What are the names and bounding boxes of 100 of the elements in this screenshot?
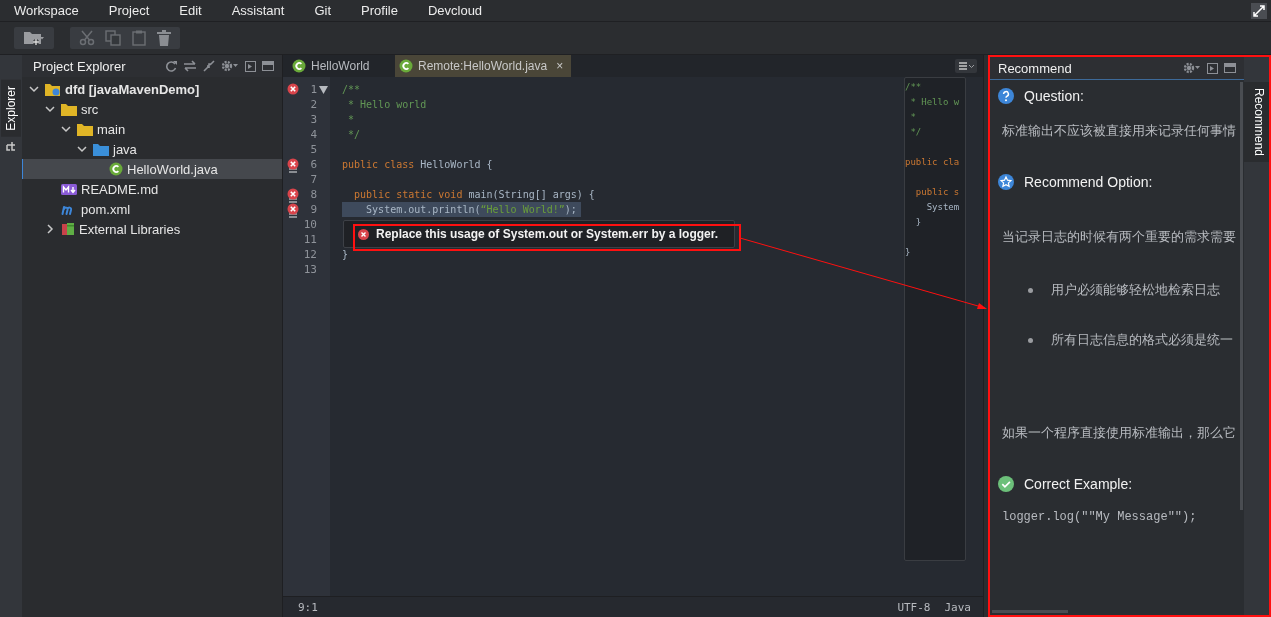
minimap-line: System bbox=[925, 202, 960, 212]
section-heading: Recommend Option: bbox=[1024, 174, 1153, 190]
library-icon bbox=[61, 222, 75, 236]
delete-icon[interactable] bbox=[157, 30, 171, 46]
maximize-icon[interactable] bbox=[262, 61, 274, 71]
line-number: 12 bbox=[302, 248, 317, 261]
maximize-icon[interactable] bbox=[1224, 63, 1236, 73]
side-tab[interactable]: Recommend bbox=[1244, 82, 1269, 163]
cut-icon[interactable] bbox=[79, 30, 95, 46]
error-icon bbox=[287, 158, 299, 173]
minimap-line: * bbox=[909, 112, 916, 122]
check-icon bbox=[998, 476, 1014, 492]
folder-icon bbox=[77, 122, 93, 136]
star-icon bbox=[998, 174, 1014, 190]
link-editor-icon[interactable] bbox=[183, 60, 197, 72]
code-line: * bbox=[347, 113, 355, 127]
fold-arrow-icon[interactable] bbox=[319, 85, 328, 94]
description-text: 标准输出不应该被直接用来记录任何事情 bbox=[1002, 122, 1236, 140]
list-item-text: 用户必须能够轻松地检索日志 bbox=[1051, 281, 1220, 299]
editor-tab[interactable]: Remote:HelloWorld.java × bbox=[395, 55, 572, 77]
line-number: 4 bbox=[309, 128, 317, 141]
code-line: */ bbox=[347, 128, 361, 142]
folder-icon bbox=[61, 102, 77, 116]
scrollbar[interactable] bbox=[992, 610, 1068, 613]
line-number: 10 bbox=[302, 218, 317, 231]
class-file-icon bbox=[292, 59, 306, 73]
tree-item[interactable]: HelloWorld.java bbox=[22, 159, 282, 179]
code-line: * Hello world bbox=[347, 98, 427, 112]
menu-item[interactable]: Git bbox=[314, 3, 332, 18]
settings-icon[interactable] bbox=[1183, 62, 1201, 74]
line-number: 9 bbox=[309, 203, 317, 216]
line-number: 8 bbox=[309, 188, 317, 201]
close-button[interactable]: × bbox=[556, 59, 564, 73]
menu-item[interactable]: Profile bbox=[361, 3, 398, 18]
markdown-file-icon bbox=[61, 183, 77, 195]
section-heading: Question: bbox=[1024, 88, 1084, 104]
folder-icon bbox=[93, 142, 109, 156]
paste-icon[interactable] bbox=[131, 30, 147, 46]
minimap-line: */ bbox=[909, 127, 922, 137]
line-number: 1 bbox=[309, 83, 317, 96]
tree-item[interactable]: pom.xml bbox=[22, 199, 282, 219]
bullet-icon bbox=[1028, 287, 1033, 293]
minimap-line: } bbox=[905, 247, 911, 257]
collapse-all-icon[interactable] bbox=[203, 60, 215, 72]
line-number: 6 bbox=[309, 158, 317, 171]
class-file-icon bbox=[109, 162, 123, 176]
tooltip-message: Replace this usage of System.out or System.err by a logger. bbox=[376, 227, 719, 241]
class-file-icon bbox=[399, 59, 413, 73]
tree-item[interactable]: External Libraries bbox=[22, 219, 282, 239]
section-heading: Correct Example: bbox=[1024, 476, 1133, 492]
cursor-position: 9:1 bbox=[298, 600, 318, 614]
list-item-text: 所有日志信息的格式必须是统一 bbox=[1051, 331, 1233, 349]
minimize-icon[interactable] bbox=[245, 60, 256, 72]
editor-tab[interactable]: HelloWorld bbox=[288, 55, 395, 77]
tree-item[interactable]: java bbox=[22, 139, 282, 159]
minimap-line: /** bbox=[905, 82, 922, 92]
line-number: 11 bbox=[302, 233, 317, 246]
line-number: 2 bbox=[309, 98, 317, 111]
tree-item[interactable]: main bbox=[22, 119, 282, 139]
error-icon bbox=[358, 228, 369, 240]
menu-item[interactable]: Project bbox=[108, 3, 150, 18]
line-number: 7 bbox=[309, 173, 317, 186]
tree-item[interactable]: dfd [javaMavenDemo] bbox=[22, 79, 282, 99]
outline-icon[interactable] bbox=[6, 140, 16, 151]
minimap-line: * Hello w bbox=[909, 97, 960, 107]
code-line: public static void main(String[] args) { bbox=[353, 188, 595, 202]
encoding-label[interactable]: UTF-8 bbox=[897, 600, 931, 614]
minimap-line: public cla bbox=[905, 157, 960, 167]
code-line: public class HelloWorld { bbox=[342, 158, 493, 172]
error-icon bbox=[287, 83, 299, 95]
description-text: 如果一个程序直接使用标准输出，那么它 bbox=[1002, 424, 1236, 442]
minimize-icon[interactable] bbox=[1207, 62, 1218, 74]
line-number: 3 bbox=[309, 113, 317, 126]
bullet-icon bbox=[1028, 337, 1033, 343]
minimap-line: public s bbox=[914, 187, 960, 197]
copy-icon[interactable] bbox=[105, 30, 121, 46]
error-icon bbox=[287, 188, 299, 203]
tree-item[interactable]: README.md bbox=[22, 179, 282, 199]
line-number: 13 bbox=[302, 263, 317, 276]
menu-icon[interactable] bbox=[955, 59, 977, 73]
language-label[interactable]: Java bbox=[944, 600, 971, 614]
menu-item[interactable]: Edit bbox=[179, 3, 202, 18]
description-text: 当记录日志的时候有两个重要的需求需要 bbox=[1002, 228, 1236, 246]
menu-item[interactable]: Assistant bbox=[231, 3, 285, 18]
refresh-icon[interactable] bbox=[165, 60, 177, 72]
code-line: } bbox=[342, 248, 349, 262]
side-tab[interactable]: Explorer bbox=[1, 80, 21, 137]
line-number: 5 bbox=[309, 143, 317, 156]
maximize-window-icon[interactable] bbox=[1251, 2, 1267, 19]
panel-title: Project Explorer bbox=[33, 58, 126, 74]
question-icon bbox=[998, 88, 1014, 104]
new-folder-icon[interactable] bbox=[23, 30, 45, 46]
panel-title: Recommend bbox=[998, 60, 1072, 76]
tree-item[interactable]: src bbox=[22, 99, 282, 119]
menu-item[interactable]: Workspace bbox=[14, 3, 79, 18]
menu-item[interactable]: Devcloud bbox=[427, 3, 483, 18]
minimap-line: } bbox=[914, 217, 922, 227]
settings-icon[interactable] bbox=[221, 60, 239, 72]
code-example: logger.log(""My Message""); bbox=[1002, 510, 1197, 524]
code-line: /** bbox=[342, 83, 361, 97]
